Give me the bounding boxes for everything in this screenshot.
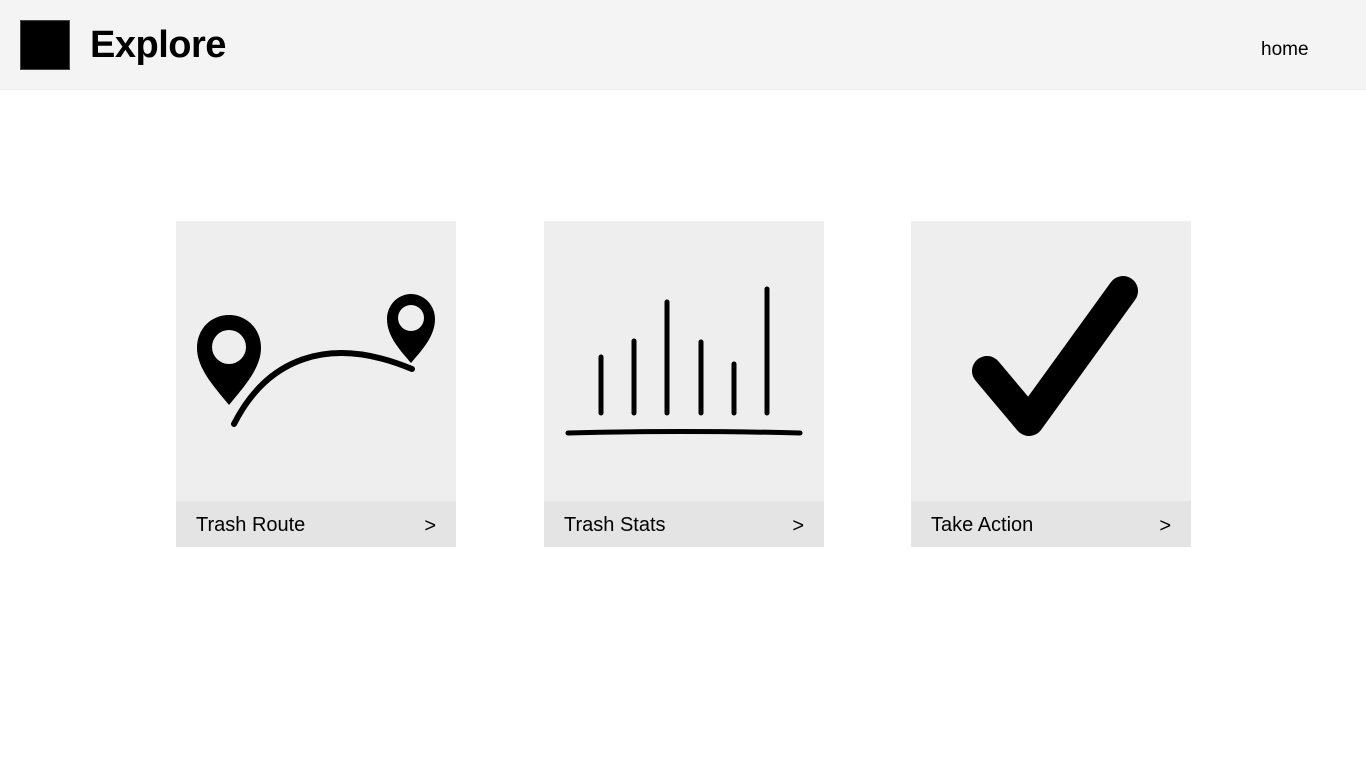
card-label: Take Action: [931, 514, 1034, 536]
page-title: Explore: [90, 24, 226, 66]
card-footer: Take Action >: [911, 501, 1191, 547]
nav-home-link[interactable]: home: [1261, 38, 1309, 62]
chevron-right-icon: >: [792, 515, 804, 537]
checkmark-icon: [911, 221, 1191, 501]
bar-chart-icon: [544, 221, 824, 501]
card-label: Trash Route: [196, 514, 306, 536]
card-label: Trash Stats: [564, 514, 666, 536]
card-footer: Trash Route >: [176, 501, 456, 547]
chevron-right-icon: >: [424, 515, 436, 537]
chevron-right-icon: >: [1159, 515, 1171, 537]
top-header: Explore home: [0, 0, 1366, 90]
logo-square[interactable]: [20, 20, 70, 70]
map-route-icon: [176, 221, 456, 501]
trash-route-card[interactable]: Trash Route >: [176, 221, 456, 547]
card-footer: Trash Stats >: [544, 501, 824, 547]
trash-stats-card[interactable]: Trash Stats >: [544, 221, 824, 547]
take-action-card[interactable]: Take Action >: [911, 221, 1191, 547]
